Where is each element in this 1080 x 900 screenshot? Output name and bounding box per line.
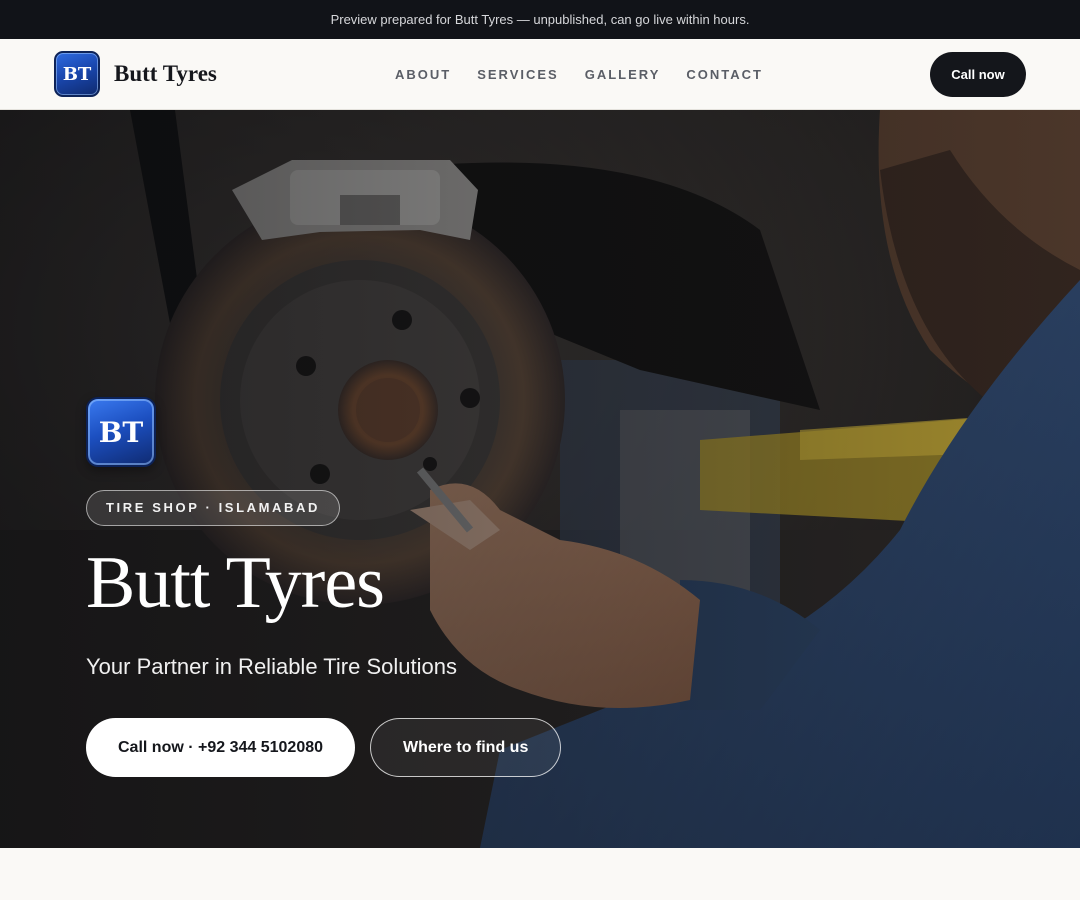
nav-link-contact[interactable]: CONTACT (686, 67, 763, 82)
nav-link-gallery[interactable]: GALLERY (585, 67, 661, 82)
call-now-button[interactable]: Call now (930, 52, 1026, 97)
nav-link-about[interactable]: ABOUT (395, 67, 451, 82)
brand-logo-text: BT (62, 63, 92, 85)
hero-section: BT TIRE SHOP · ISLAMABAD Butt Tyres Your… (0, 110, 1080, 848)
brand-home-link[interactable]: BT Butt Tyres (54, 51, 217, 97)
call-phone-button[interactable]: Call now · +92 344 5102080 (86, 718, 356, 777)
brand-logo-icon: BT (54, 51, 100, 97)
brand-name: Butt Tyres (114, 61, 217, 86)
hero-logo-text: BT (98, 415, 144, 449)
hero-actions: Call now · +92 344 5102080 Where to find… (86, 718, 786, 777)
announcement-bar: Preview prepared for Butt Tyres — unpubl… (0, 0, 1080, 39)
main-nav: ABOUT SERVICES GALLERY CONTACT (395, 39, 789, 109)
hero-tag-badge: TIRE SHOP · ISLAMABAD (86, 490, 340, 526)
navbar: BT Butt Tyres ABOUT SERVICES GALLERY CON… (0, 39, 1080, 110)
hero-title: Butt Tyres (86, 542, 385, 624)
nav-link-services[interactable]: SERVICES (477, 67, 559, 82)
hero-logo-icon: BT (86, 397, 156, 467)
announcement-text: Preview prepared for Butt Tyres — unpubl… (330, 12, 750, 27)
find-us-button[interactable]: Where to find us (370, 718, 562, 777)
hero-content: BT TIRE SHOP · ISLAMABAD Butt Tyres Your… (86, 397, 786, 777)
hero-subtitle: Your Partner in Reliable Tire Solutions (86, 654, 457, 679)
